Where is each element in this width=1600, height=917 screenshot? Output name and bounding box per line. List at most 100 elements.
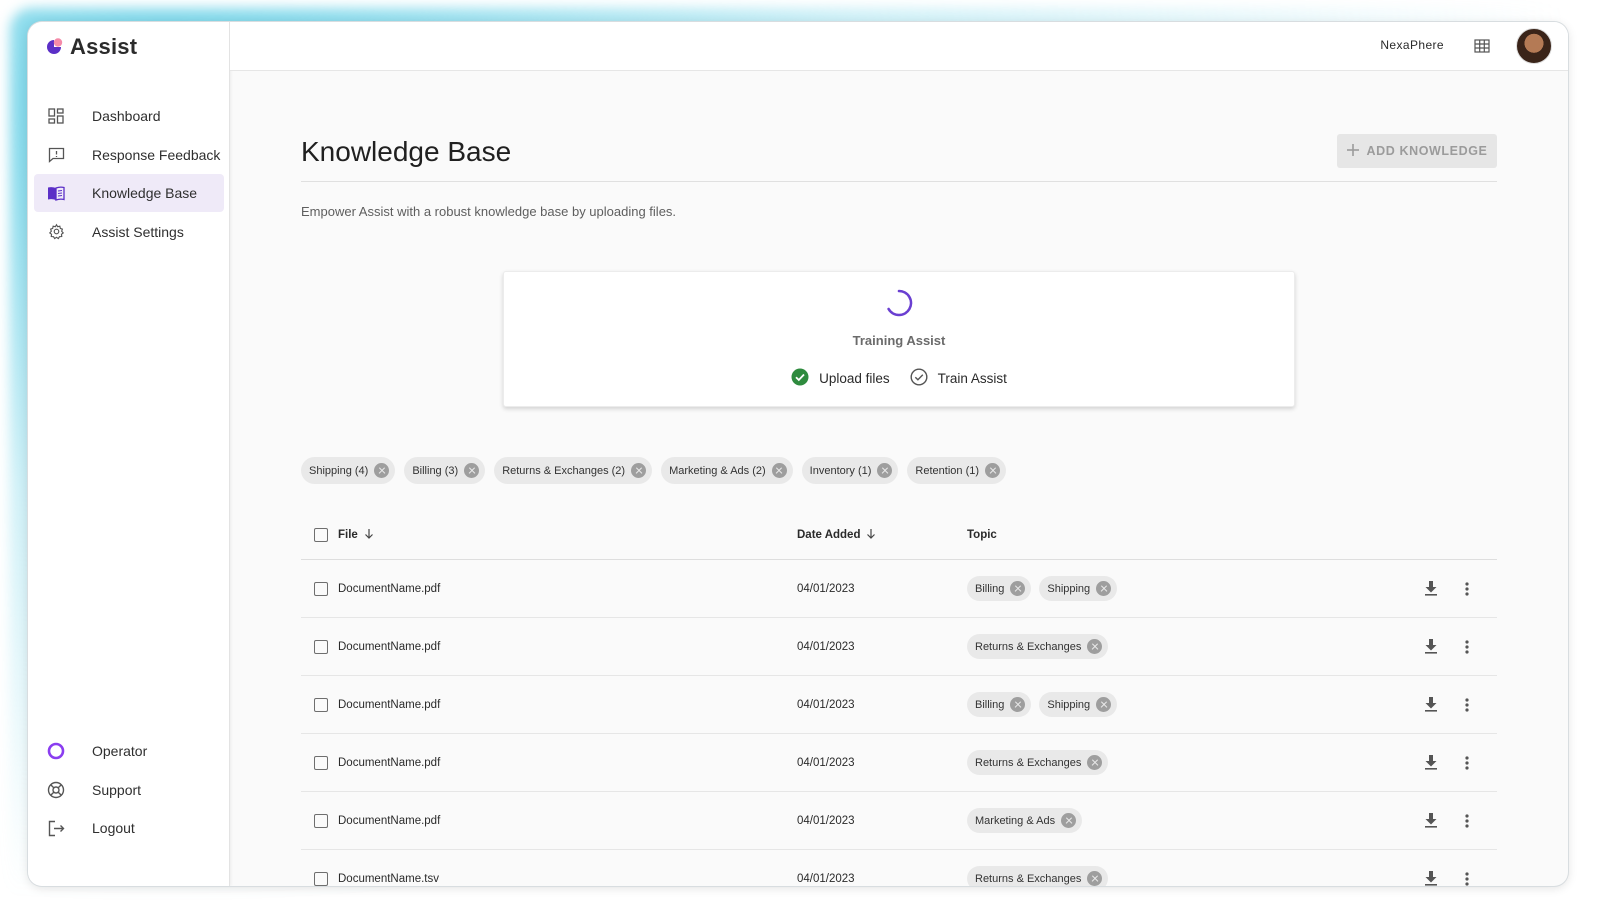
table-row[interactable]: DocumentName.pdf 04/01/2023 Billing Shipp… (301, 676, 1497, 734)
download-icon[interactable] (1421, 811, 1441, 831)
add-knowledge-button[interactable]: ADD KNOWLEDGE (1337, 134, 1497, 168)
more-vert-icon[interactable] (1457, 695, 1477, 715)
remove-chip-icon[interactable] (1087, 755, 1103, 770)
sidebar-item-label: Assist Settings (92, 223, 184, 240)
apps-grid-icon[interactable] (1474, 38, 1490, 54)
sidebar-item-label: Support (92, 781, 142, 798)
row-checkbox[interactable] (314, 639, 328, 654)
topic-chip[interactable]: Shipping (1039, 692, 1118, 717)
column-file[interactable]: File (338, 528, 797, 542)
row-checkbox[interactable] (314, 581, 328, 596)
sidebar-item-label: Knowledge Base (92, 185, 198, 201)
row-checkbox[interactable] (314, 697, 328, 712)
file-name[interactable]: DocumentName.pdf (338, 815, 797, 827)
remove-chip-icon[interactable] (1096, 697, 1112, 712)
step-label: Train Assist (937, 371, 1007, 386)
column-date-added[interactable]: Date Added (797, 528, 967, 542)
topic-filter-chips: Shipping (4) Billing (3) Returns & Excha… (301, 457, 1007, 484)
remove-chip-icon[interactable] (1087, 871, 1103, 886)
date-added: 04/01/2023 (797, 698, 855, 711)
topic-chip[interactable]: Returns & Exchanges (967, 866, 1109, 886)
table-row[interactable]: DocumentName.pdf 04/01/2023 Returns & Ex… (301, 618, 1497, 676)
file-name[interactable]: DocumentName.pdf (338, 699, 797, 711)
topic-chip[interactable]: Billing (967, 692, 1032, 717)
file-name[interactable]: DocumentName.pdf (338, 583, 797, 595)
plus-icon (1346, 143, 1359, 159)
sidebar: Assist Dashboard Response Feedback Knowl… (28, 22, 230, 886)
remove-chip-icon[interactable] (1087, 639, 1103, 654)
remove-chip-icon[interactable] (1096, 581, 1112, 596)
check-circle-filled-icon (791, 368, 809, 389)
row-checkbox[interactable] (314, 871, 328, 886)
more-vert-icon[interactable] (1457, 579, 1477, 599)
filter-chip[interactable]: Marketing & Ads (2) (661, 457, 793, 484)
select-all-checkbox[interactable] (314, 528, 328, 542)
sidebar-item-support[interactable]: Support (34, 771, 224, 809)
filter-chip[interactable]: Retention (1) (907, 457, 1007, 484)
sidebar-item-assist-settings[interactable]: Assist Settings (34, 213, 224, 251)
sidebar-item-label: Logout (92, 820, 135, 836)
remove-chip-icon[interactable] (1061, 813, 1077, 828)
topic-chip[interactable]: Returns & Exchanges (967, 634, 1109, 659)
download-icon[interactable] (1421, 695, 1441, 715)
sidebar-item-response-feedback[interactable]: Response Feedback (34, 136, 224, 174)
user-avatar[interactable] (1516, 28, 1552, 64)
sidebar-item-knowledge-base[interactable]: Knowledge Base (34, 174, 224, 212)
sidebar-item-label: Response Feedback (92, 146, 221, 163)
remove-chip-icon[interactable] (464, 463, 480, 478)
sidebar-item-label: Operator (92, 743, 148, 759)
page-title: Knowledge Base (301, 136, 512, 167)
download-icon[interactable] (1421, 637, 1441, 657)
remove-chip-icon[interactable] (1010, 697, 1026, 712)
row-checkbox[interactable] (314, 813, 328, 828)
topic-chip[interactable]: Returns & Exchanges (967, 750, 1109, 775)
sidebar-item-logout[interactable]: Logout (34, 809, 224, 847)
table-row[interactable]: DocumentName.tsv 04/01/2023 Returns & Ex… (301, 850, 1497, 886)
file-name[interactable]: DocumentName.tsv (338, 873, 797, 885)
files-table: File Date Added Topic DocumentName.pdf 0… (301, 511, 1497, 886)
filter-chip[interactable]: Billing (3) (404, 457, 486, 484)
more-vert-icon[interactable] (1457, 753, 1477, 773)
topic-cell: Billing Shipping (967, 692, 1407, 717)
more-vert-icon[interactable] (1457, 869, 1477, 887)
sidebar-item-operator[interactable]: Operator (34, 732, 224, 770)
main-content: Knowledge Base ADD KNOWLEDGE Empower Ass… (230, 71, 1568, 886)
remove-chip-icon[interactable] (1010, 581, 1026, 596)
remove-chip-icon[interactable] (374, 463, 390, 478)
table-row[interactable]: DocumentName.pdf 04/01/2023 Returns & Ex… (301, 734, 1497, 792)
file-name[interactable]: DocumentName.pdf (338, 757, 797, 769)
download-icon[interactable] (1421, 753, 1441, 773)
more-vert-icon[interactable] (1457, 637, 1477, 657)
filter-chip[interactable]: Returns & Exchanges (2) (494, 457, 653, 484)
file-name[interactable]: DocumentName.pdf (338, 641, 797, 653)
filter-chip[interactable]: Shipping (4) (301, 457, 396, 484)
topic-cell: Returns & Exchanges (967, 866, 1407, 886)
sidebar-nav: Dashboard Response Feedback Knowledge Ba… (34, 97, 224, 251)
table-row[interactable]: DocumentName.pdf 04/01/2023 Marketing & … (301, 792, 1497, 850)
remove-chip-icon[interactable] (771, 463, 787, 478)
column-topic: Topic (967, 529, 997, 541)
table-row[interactable]: DocumentName.pdf 04/01/2023 Billing Shipp… (301, 560, 1497, 618)
more-vert-icon[interactable] (1457, 811, 1477, 831)
topic-chip[interactable]: Marketing & Ads (967, 808, 1083, 833)
remove-chip-icon[interactable] (631, 463, 647, 478)
filter-chip[interactable]: Inventory (1) (801, 457, 899, 484)
assist-logo-icon (44, 37, 64, 57)
topic-chip[interactable]: Billing (967, 576, 1032, 601)
step-train-assist: Train Assist (910, 368, 1007, 389)
topic-chip[interactable]: Shipping (1039, 576, 1118, 601)
step-label: Upload files (819, 371, 890, 386)
organization-name[interactable]: NexaPhere (1380, 38, 1444, 52)
sidebar-item-dashboard[interactable]: Dashboard (34, 97, 224, 135)
download-icon[interactable] (1421, 579, 1441, 599)
remove-chip-icon[interactable] (985, 463, 1001, 478)
brand[interactable]: Assist (44, 34, 137, 60)
date-added: 04/01/2023 (797, 756, 855, 769)
arrow-down-icon (866, 528, 876, 542)
row-checkbox[interactable] (314, 755, 328, 770)
remove-chip-icon[interactable] (877, 463, 893, 478)
download-icon[interactable] (1421, 869, 1441, 887)
lifebuoy-icon (46, 780, 66, 800)
topic-cell: Marketing & Ads (967, 808, 1407, 833)
dashboard-icon (46, 106, 66, 126)
